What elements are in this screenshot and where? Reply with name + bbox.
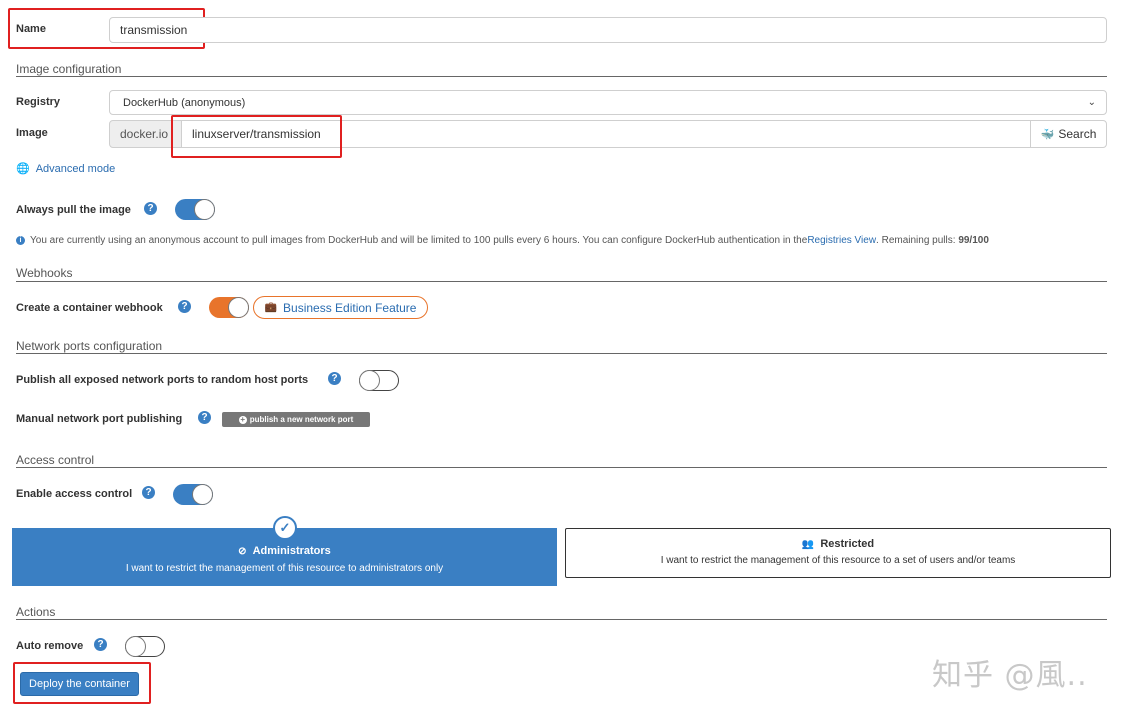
globe-icon: 🌐 [16,163,30,175]
image-label: Image [16,127,48,139]
actions-divider [16,619,1107,620]
eye-slash-icon: ⊘ [238,545,247,557]
access-divider [16,467,1107,468]
docker-icon: 🐳 [1040,128,1055,141]
webhook-label: Create a container webhook [16,302,163,314]
publish-port-label: publish a new network port [249,415,354,424]
remaining-pulls: 99/100 [958,235,989,246]
administrators-desc: I want to restrict the management of thi… [125,563,444,574]
business-edition-label: Business Edition Feature [283,300,417,315]
info-text: You are currently using an anonymous acc… [30,235,808,246]
enable-access-label: Enable access control [16,488,133,500]
registry-select[interactable]: DockerHub (anonymous) ⌄ [109,90,1107,115]
advanced-mode-label: Advanced mode [35,162,116,175]
name-label: Name [16,23,46,35]
image-prefix-text: docker.io [120,127,169,141]
advanced-mode-link[interactable]: 🌐 Advanced mode [16,162,116,176]
access-title: Access control [16,453,95,467]
always-pull-toggle[interactable] [175,199,215,220]
network-title: Network ports configuration [16,339,163,353]
webhook-toggle[interactable] [209,297,249,318]
help-icon[interactable]: ? [142,486,155,499]
restricted-heading: 👥 Restricted [566,538,1110,550]
help-icon[interactable]: ? [198,411,211,424]
auto-remove-label: Auto remove [16,640,84,652]
name-input[interactable]: transmission [109,17,1107,43]
name-input-value: transmission [120,23,188,37]
help-icon[interactable]: ? [178,300,191,313]
image-highlight [171,115,342,158]
webhooks-title: Webhooks [16,266,73,280]
briefcase-icon: 💼 [264,302,278,313]
actions-title: Actions [16,605,56,619]
info-suffix: . Remaining pulls: [876,235,959,246]
registry-label: Registry [16,96,61,108]
access-control-toggle[interactable] [173,484,213,505]
auto-remove-toggle[interactable] [125,636,165,657]
plus-circle-icon: + [238,415,247,424]
registries-view-link[interactable]: Registries View [807,235,876,246]
watermark: 知乎 @風.. [932,658,1088,693]
publish-port-button[interactable]: + publish a new network port [222,412,370,427]
search-button-label: Search [1058,127,1097,141]
users-icon: 👥 [801,538,815,550]
manual-publish-label: Manual network port publishing [16,413,183,425]
deploy-button[interactable]: Deploy the container [20,672,139,696]
info-notice: i You are currently using an anonymous a… [16,235,989,246]
restricted-desc: I want to restrict the management of thi… [660,555,1016,566]
restricted-option[interactable]: 👥 Restricted I want to restrict the mana… [565,528,1111,578]
image-config-title: Image configuration [16,62,122,76]
help-icon[interactable]: ? [94,638,107,651]
administrators-title: Administrators [252,545,331,557]
always-pull-label: Always pull the image [16,204,131,216]
chevron-down-icon: ⌄ [1087,97,1096,108]
info-icon: i [16,236,25,245]
business-edition-badge: 💼 Business Edition Feature [253,296,428,319]
selected-check-icon: ✓ [273,516,297,540]
registry-select-value: DockerHub (anonymous) [123,96,246,109]
publish-all-toggle[interactable] [359,370,399,391]
help-icon[interactable]: ? [328,372,341,385]
help-icon[interactable]: ? [144,202,157,215]
restricted-title: Restricted [820,538,875,550]
network-divider [16,353,1107,354]
webhooks-divider [16,281,1107,282]
search-button[interactable]: 🐳 Search [1030,120,1107,148]
administrators-heading: ⊘ Administrators [12,545,557,557]
publish-all-label: Publish all exposed network ports to ran… [16,374,309,386]
image-config-divider [16,76,1107,77]
